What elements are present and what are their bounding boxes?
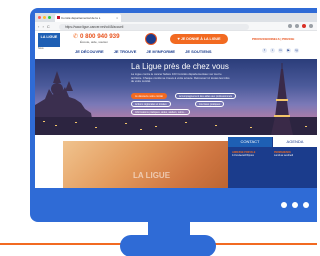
window-controls bbox=[38, 16, 51, 19]
indicator-dot bbox=[292, 202, 298, 208]
hero-link-journees[interactable]: Journées pratiques bbox=[195, 101, 225, 107]
hero-banner: La Ligue près de chez vous La Ligue cont… bbox=[35, 59, 317, 135]
site-header: LA LIGUE Nous ✆ 0 800 940 939 Écoute, ai… bbox=[35, 31, 317, 59]
youtube-icon[interactable]: ▶ bbox=[286, 48, 291, 53]
nav-item-decouvre[interactable]: JE DÉCOUVRE bbox=[75, 49, 104, 54]
helpline-subtitle: Écoute, aide, soutien bbox=[80, 40, 109, 44]
monitor-stand bbox=[120, 235, 216, 256]
extension-icon[interactable] bbox=[295, 24, 299, 28]
content-section: LA LIGUE CONTACT AGENDA ADRESSE POSTALE … bbox=[35, 135, 317, 188]
hands-photo: LA LIGUE bbox=[63, 141, 238, 188]
hero-link-accompagnement[interactable]: Accompagnement des aides aux professionn… bbox=[175, 93, 237, 99]
menu-icon[interactable] bbox=[309, 24, 313, 28]
logo-subtitle: Nous bbox=[38, 47, 44, 50]
facebook-icon[interactable]: f bbox=[262, 48, 267, 53]
site-logo[interactable]: LA LIGUE bbox=[38, 33, 60, 47]
browser-tab[interactable]: Comité départemental de la L × bbox=[55, 14, 121, 22]
bookmark-icon[interactable] bbox=[288, 24, 292, 28]
linkedin-icon[interactable]: in bbox=[278, 48, 283, 53]
close-window-icon[interactable] bbox=[38, 16, 41, 19]
indicator-dot bbox=[303, 202, 309, 208]
label-badge-icon bbox=[145, 33, 157, 45]
browser-tab-bar: Comité départemental de la L × bbox=[35, 13, 317, 22]
favicon-icon bbox=[57, 16, 60, 19]
phone-icon: ✆ bbox=[73, 34, 79, 40]
monitor-neck bbox=[148, 222, 190, 236]
monitor-indicator-dots bbox=[281, 202, 309, 208]
address-text: 14 boulevard Ripoux bbox=[232, 154, 254, 157]
hero-title: La Ligue près de chez vous bbox=[131, 62, 229, 71]
hours-text: Lundi au vendredi bbox=[274, 154, 294, 157]
indicator-dot bbox=[281, 202, 287, 208]
tab-contact[interactable]: CONTACT bbox=[228, 137, 272, 147]
professionals-press-link[interactable]: PROFESSIONNELS | PRESSE bbox=[252, 37, 294, 41]
twitter-icon[interactable]: t bbox=[270, 48, 275, 53]
minimize-window-icon[interactable] bbox=[43, 16, 46, 19]
address-block: ADRESSE POSTALE 14 boulevard Ripoux bbox=[232, 151, 270, 157]
maximize-window-icon[interactable] bbox=[48, 16, 51, 19]
tab-agenda[interactable]: AGENDA bbox=[273, 137, 317, 147]
donate-button[interactable]: ♥JE DONNE À LA LIGUE bbox=[170, 34, 228, 44]
hero-link-infos[interactable]: Informations pratiques, aides, ateliers,… bbox=[131, 109, 190, 115]
main-navigation: JE DÉCOUVRE JE TROUVE JE M'INFORME JE SO… bbox=[75, 49, 212, 54]
profile-icon[interactable] bbox=[302, 24, 306, 28]
nav-item-soutiens[interactable]: JE SOUTIENS bbox=[185, 49, 211, 54]
close-tab-icon[interactable]: × bbox=[116, 16, 118, 20]
extension-icons bbox=[288, 24, 313, 28]
url-input[interactable]: https://www.ligue-cancer.net/cd45/accuei… bbox=[59, 23, 249, 30]
tab-title: Comité départemental de la L bbox=[61, 16, 101, 20]
hero-description: La Ligue contre le cancer fédère 103 Com… bbox=[131, 72, 230, 84]
helpline-number[interactable]: 0 800 940 939 bbox=[80, 33, 120, 40]
contact-agenda-panel: CONTACT AGENDA ADRESSE POSTALE 14 boulev… bbox=[228, 137, 317, 188]
hero-link-actions[interactable]: Actions régionales et locales bbox=[131, 101, 171, 107]
social-links: f t in ▶ ig bbox=[262, 48, 299, 53]
hours-block: PERMANENCE Lundi au vendredi bbox=[274, 151, 312, 157]
navigation-buttons[interactable]: ‹ › C bbox=[38, 24, 51, 29]
address-bar-row: ‹ › C https://www.ligue-cancer.net/cd45/… bbox=[35, 22, 317, 31]
hero-link-comite[interactable]: Je découvre votre comité bbox=[131, 93, 167, 99]
monitor-frame: Comité départemental de la L × ‹ › C htt… bbox=[30, 8, 317, 222]
nav-item-trouve[interactable]: JE TROUVE bbox=[114, 49, 137, 54]
donate-label: JE DONNE À LA LIGUE bbox=[180, 37, 221, 41]
photo-caption: LA LIGUE bbox=[133, 171, 171, 180]
instagram-icon[interactable]: ig bbox=[294, 48, 299, 53]
browser-window: Comité départemental de la L × ‹ › C htt… bbox=[35, 13, 317, 188]
heart-icon: ♥ bbox=[177, 36, 180, 41]
nav-item-informe[interactable]: JE M'INFORME bbox=[146, 49, 175, 54]
